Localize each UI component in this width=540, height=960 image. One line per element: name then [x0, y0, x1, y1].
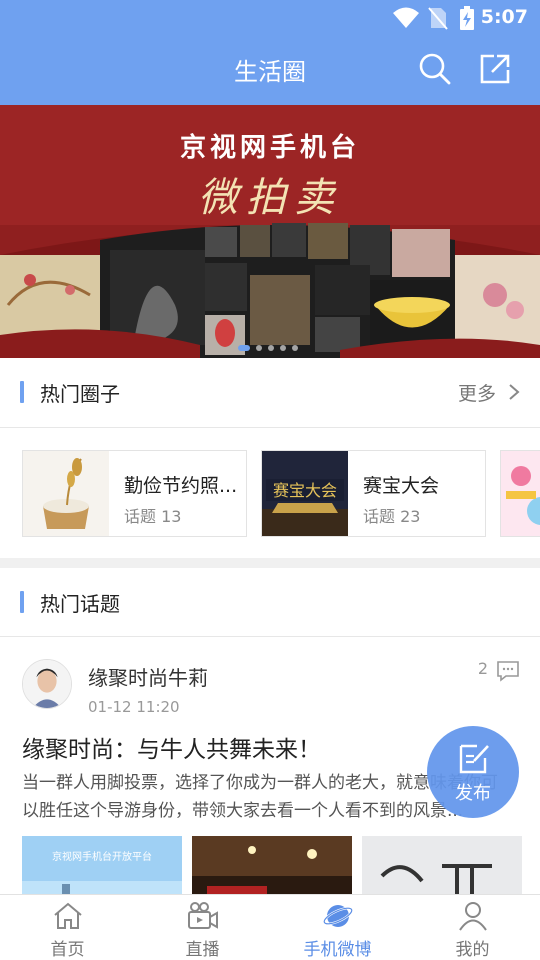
circle-topic-count: 话题 13 — [124, 503, 181, 527]
tab-profile[interactable]: 我的 — [405, 895, 540, 960]
topic-count: 13 — [161, 507, 182, 526]
topic-count: 23 — [400, 507, 421, 526]
share-icon[interactable] — [478, 52, 512, 86]
publish-button[interactable]: 发布 — [427, 726, 519, 818]
user-icon — [459, 902, 487, 931]
carousel-dot[interactable] — [268, 345, 274, 351]
tab-home[interactable]: 首页 — [0, 895, 135, 960]
post-title[interactable]: 缘聚时尚：与牛人共舞未来！ — [22, 730, 321, 764]
post-time: 01-12 11:20 — [88, 698, 180, 716]
video-camera-icon — [188, 902, 218, 929]
hot-circles-header: 热门圈子 更多 — [0, 358, 540, 426]
post-author[interactable]: 缘聚时尚牛莉 — [88, 662, 208, 691]
hot-topics-header: 热门话题 — [0, 568, 540, 636]
carousel-dot[interactable] — [238, 345, 250, 351]
avatar[interactable] — [22, 659, 72, 709]
hot-circles-title: 热门圈子 — [40, 382, 120, 406]
search-icon[interactable] — [418, 52, 452, 86]
circle-card[interactable]: 赛宝大会 赛宝大会 话题 23 — [261, 450, 486, 537]
section-accent-bar — [20, 381, 24, 403]
circle-thumbnail-treasure: 赛宝大会 — [262, 451, 348, 536]
publish-label: 发布 — [455, 783, 491, 804]
svg-text:京视网手机台开放平台: 京视网手机台开放平台 — [52, 850, 152, 863]
tab-label: 手机微博 — [303, 940, 372, 960]
battery-charging-icon — [460, 6, 474, 30]
edit-icon — [459, 744, 489, 774]
hot-circles-list[interactable]: 勤俭节约照... 话题 13 赛宝大会 赛宝大会 话题 23 — [0, 428, 540, 558]
tab-label: 我的 — [455, 940, 490, 960]
wifi-icon — [393, 7, 419, 28]
tab-label: 直播 — [185, 940, 220, 960]
planet-icon — [323, 905, 353, 927]
banner-title: 京视网手机台 — [179, 133, 360, 163]
circle-name: 勤俭节约照... — [124, 475, 238, 497]
circle-name: 赛宝大会 — [363, 475, 440, 497]
banner-carousel[interactable]: 京视网手机台 微拍卖 — [0, 105, 540, 358]
circle-card[interactable]: 勤俭节约照... 话题 13 — [22, 450, 247, 537]
topic-label: 话题 — [124, 507, 157, 526]
chevron-right-icon[interactable] — [508, 383, 520, 401]
carousel-dot[interactable] — [292, 345, 298, 351]
circle-thumbnail-partial — [501, 451, 540, 536]
app-screen: 5:07 生活圈 京视网手机台 微拍卖 热门圈子 更多 勤俭节约照... 话题 … — [0, 0, 540, 960]
svg-text:赛宝大会: 赛宝大会 — [273, 481, 337, 500]
top-bar: 5:07 生活圈 — [0, 0, 540, 105]
section-gap — [0, 558, 540, 568]
home-icon — [54, 902, 82, 929]
circle-thumbnail-rice — [23, 451, 109, 536]
no-sim-icon — [428, 7, 448, 30]
circle-card[interactable] — [500, 450, 540, 537]
tab-label: 首页 — [50, 940, 85, 960]
circle-topic-count: 话题 23 — [363, 503, 420, 527]
status-time: 5:07 — [480, 6, 528, 28]
more-link[interactable]: 更多 — [458, 379, 496, 406]
carousel-dot[interactable] — [280, 345, 286, 351]
tab-microblog[interactable]: 手机微博 — [270, 895, 405, 960]
comment-icon[interactable] — [496, 659, 520, 683]
hot-topics-title: 热门话题 — [40, 592, 120, 616]
tab-live[interactable]: 直播 — [135, 895, 270, 960]
banner-subtitle: 微拍卖 — [198, 175, 342, 221]
topic-label: 话题 — [363, 507, 396, 526]
comment-count: 2 — [477, 659, 488, 678]
carousel-dot[interactable] — [256, 345, 262, 351]
status-bar: 5:07 — [0, 0, 540, 36]
bottom-tab-bar: 首页 直播 手机微博 我的 — [0, 894, 540, 960]
section-accent-bar — [20, 591, 24, 613]
page-title: 生活圈 — [234, 58, 306, 86]
